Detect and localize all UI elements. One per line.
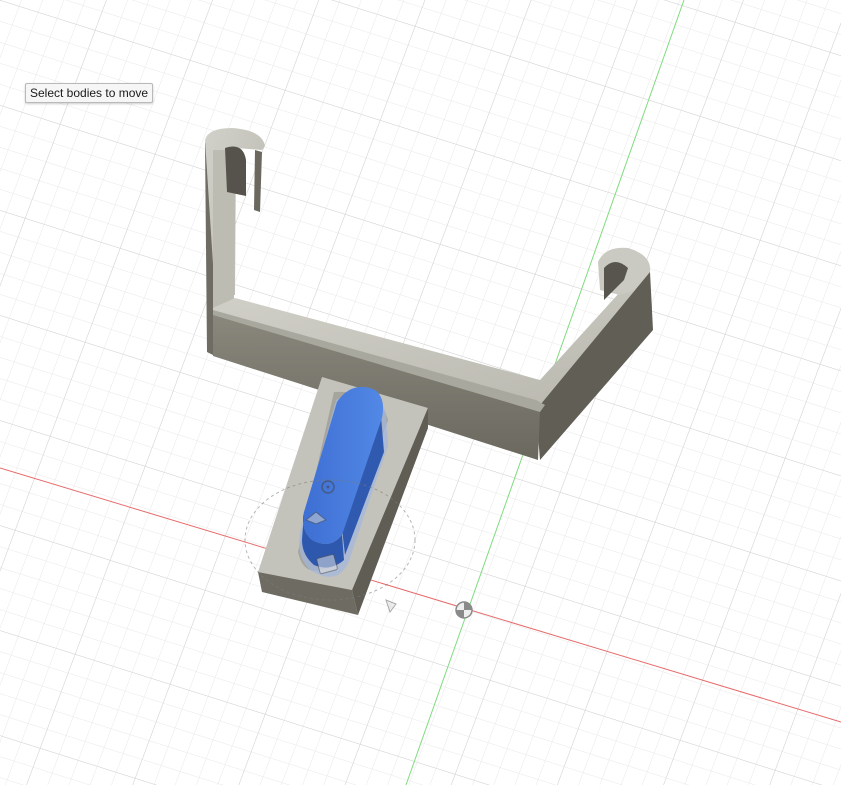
- canvas-viewport[interactable]: [0, 0, 841, 785]
- origin-icon[interactable]: [455, 601, 473, 619]
- bracket-left-hook: [225, 146, 246, 196]
- tooltip: Select bodies to move: [25, 83, 154, 103]
